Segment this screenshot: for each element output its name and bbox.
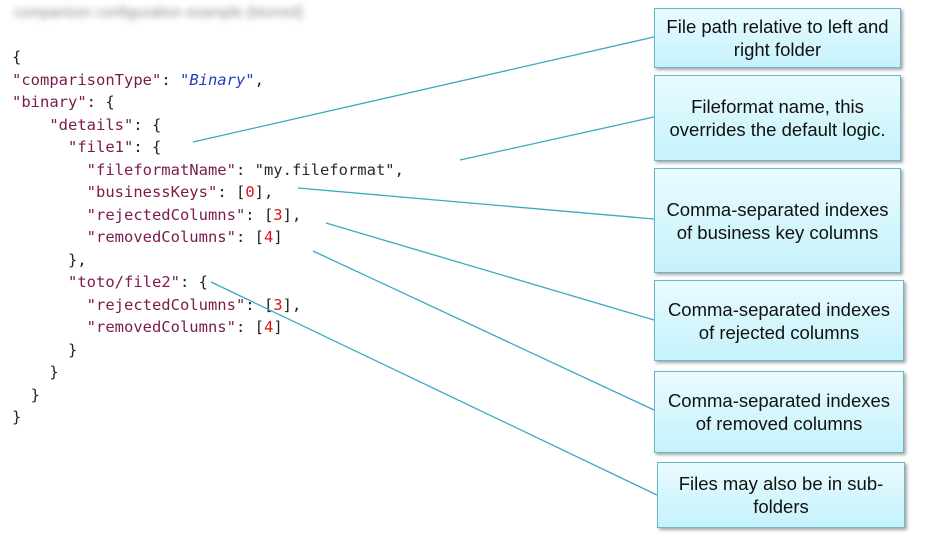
- callout-fileformat: Fileformat name, this overrides the defa…: [654, 75, 901, 161]
- callout-line-subfolders: [210, 281, 658, 496]
- callout-line-business-keys: [297, 187, 655, 220]
- callout-rejected-columns: Comma-separated indexes of rejected colu…: [654, 280, 904, 361]
- callout-business-keys: Comma-separated indexes of business key …: [654, 168, 901, 273]
- callout-line-removed: [312, 250, 655, 411]
- callout-line-fileformat: [459, 116, 655, 161]
- callout-file-path: File path relative to left and right fol…: [654, 8, 901, 68]
- callout-line-rejected: [325, 222, 655, 321]
- callout-line-file-path: [192, 36, 655, 143]
- callout-removed-columns: Comma-separated indexes of removed colum…: [654, 371, 904, 453]
- callout-subfolders: Files may also be in sub-folders: [657, 462, 905, 528]
